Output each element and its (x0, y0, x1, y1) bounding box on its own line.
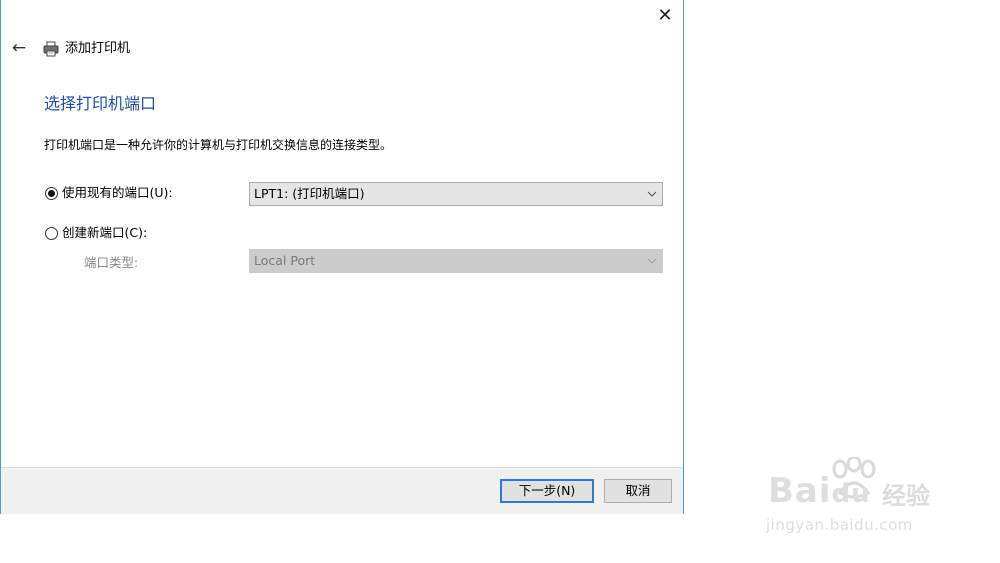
existing-port-select[interactable]: LPT1: (打印机端口) (249, 182, 663, 206)
watermark-brand-du: du (831, 479, 871, 509)
use-existing-port-label: 使用现有的端口(U): (62, 185, 173, 200)
dialog-title: 添加打印机 (65, 41, 131, 56)
radio-selected-dot (48, 189, 55, 197)
description-text: 打印机端口是一种允许你的计算机与打印机交换信息的连接类型。 (44, 138, 393, 152)
add-printer-dialog: ✕ ← 添加打印机 选择打印机端口 打印机端口是一种允许你的计算机与打印机交换信… (0, 0, 684, 514)
watermark-url: jingyan.baidu.com (766, 516, 913, 534)
chevron-down-icon (647, 191, 657, 197)
dialog-footer: 下一步(N) 取消 (1, 467, 683, 514)
printer-icon (43, 41, 59, 57)
close-button[interactable]: ✕ (653, 5, 677, 27)
cancel-button[interactable]: 取消 (604, 479, 672, 503)
back-button[interactable]: ← (9, 37, 29, 59)
watermark-jingyan-text: 经验 (882, 482, 930, 510)
create-new-port-option[interactable]: 创建新端口(C): (45, 224, 147, 242)
baidu-jingyan-watermark: Baidu 经验 jingyan.baidu.com (764, 457, 954, 547)
close-icon: ✕ (657, 5, 673, 26)
watermark-brand-bai: Bai (768, 471, 832, 511)
use-existing-port-radio[interactable] (45, 186, 58, 200)
next-button[interactable]: 下一步(N) (500, 479, 594, 503)
existing-port-value: LPT1: (打印机端口) (254, 186, 365, 201)
back-arrow-icon: ← (11, 38, 27, 58)
chevron-down-icon (647, 258, 657, 264)
create-new-port-label: 创建新端口(C): (62, 225, 148, 240)
port-type-select: Local Port (249, 249, 663, 273)
page-heading: 选择打印机端口 (44, 94, 157, 113)
port-type-value: Local Port (254, 253, 316, 268)
create-new-port-radio[interactable] (45, 226, 58, 240)
use-existing-port-option[interactable]: 使用现有的端口(U): (45, 184, 173, 202)
port-type-label: 端口类型: (84, 255, 139, 270)
watermark-brand: Baidu (768, 471, 871, 514)
